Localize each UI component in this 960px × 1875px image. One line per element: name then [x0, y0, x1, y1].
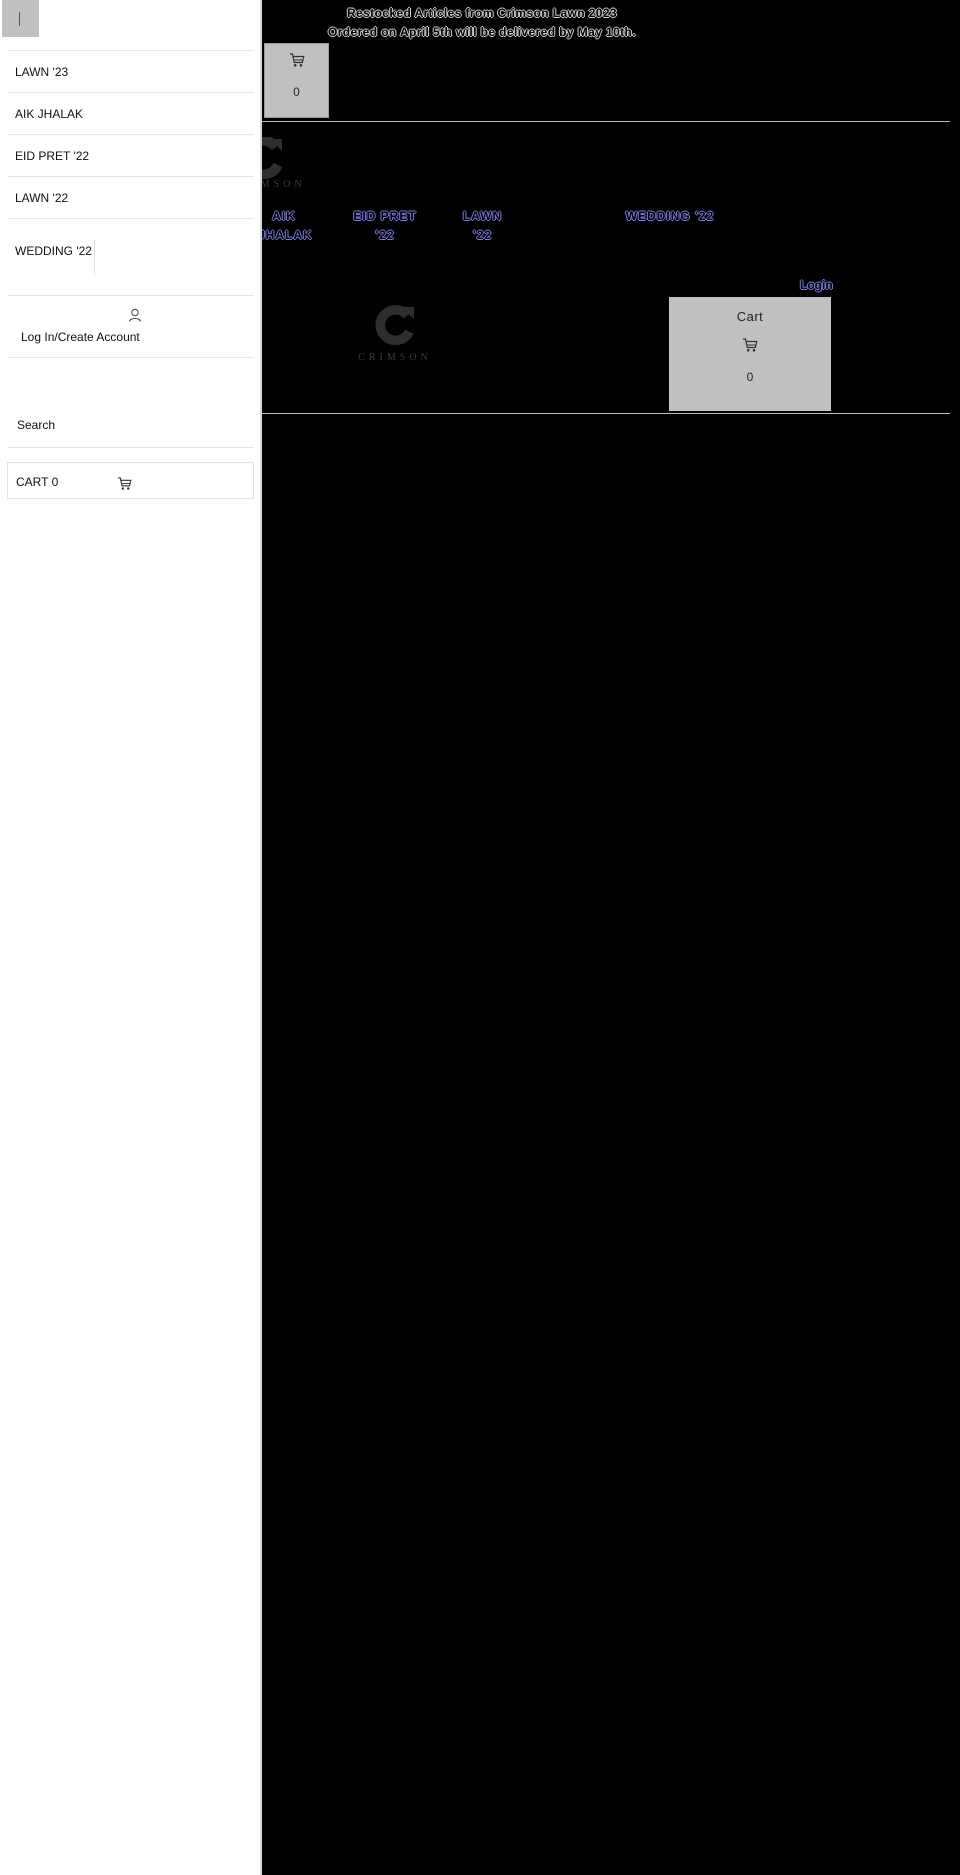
cart-button[interactable]: Cart 0 [669, 297, 831, 411]
brand-text: CRIMSON [358, 352, 432, 363]
login-link[interactable]: Login [800, 278, 833, 292]
drawer-cart-button[interactable]: CART 0 [7, 462, 254, 499]
drawer-item-label: WEDDING '22 [15, 244, 92, 258]
drawer-item-wedding-22[interactable]: WEDDING '22 [7, 218, 254, 295]
top-cart-button[interactable]: 0 [264, 43, 329, 118]
drawer-item-aik-jhalak[interactable]: AIK JHALAK [7, 92, 254, 134]
divider [94, 239, 95, 275]
crimson-logo-icon [375, 305, 415, 346]
header-divider [262, 121, 950, 122]
cart-label: Cart [736, 309, 764, 324]
drawer-menu: LAWN '23 AIK JHALAK EID PRET '22 LAWN '2… [7, 50, 254, 447]
announcement-bar: Restocked Articles from Crimson Lawn 202… [262, 4, 702, 42]
nav-link-aik-jhalak[interactable]: AIK JHALAK [258, 207, 312, 245]
cart-icon [743, 338, 758, 352]
drawer-item-eid-pret-22[interactable]: EID PRET '22 [7, 134, 254, 176]
nav-link-wedding-22[interactable]: WEDDING '22 [620, 207, 720, 226]
mobile-menu-drawer: LAWN '23 AIK JHALAK EID PRET '22 LAWN '2… [0, 0, 262, 1875]
login-create-account-link[interactable]: Log In/Create Account [7, 295, 254, 357]
crimson-logo-icon [262, 137, 283, 179]
drawer-item-lawn-22[interactable]: LAWN '22 [7, 176, 254, 218]
cart-count: 0 [746, 370, 754, 384]
cart-icon [289, 53, 305, 67]
divider [7, 447, 254, 448]
search-label: Search [17, 418, 56, 432]
top-cart-count: 0 [293, 85, 300, 99]
brand-logo[interactable]: CRIMSON [355, 305, 435, 363]
close-icon [19, 12, 20, 26]
account-label: Log In/Create Account [21, 330, 140, 344]
nav-link-lawn-22[interactable]: LAWN '22 [455, 207, 510, 245]
close-drawer-button[interactable] [2, 0, 39, 37]
brand-logo-partial: CRIMSON [262, 135, 302, 195]
brand-text: CRIMSON [262, 179, 302, 190]
user-icon [129, 308, 141, 322]
cart-icon [117, 477, 132, 490]
search-link[interactable]: Search [7, 357, 254, 447]
announcement-line-1: Restocked Articles from Crimson Lawn 202… [346, 6, 618, 20]
nav-link-eid-pret-22[interactable]: EID PRET '22 [345, 207, 425, 245]
drawer-item-lawn-23[interactable]: LAWN '23 [7, 50, 254, 92]
drawer-cart-label: CART 0 [16, 475, 59, 489]
announcement-line-2: Ordered on April 5th will be delivered b… [327, 25, 637, 39]
header-bottom-divider [262, 413, 950, 414]
